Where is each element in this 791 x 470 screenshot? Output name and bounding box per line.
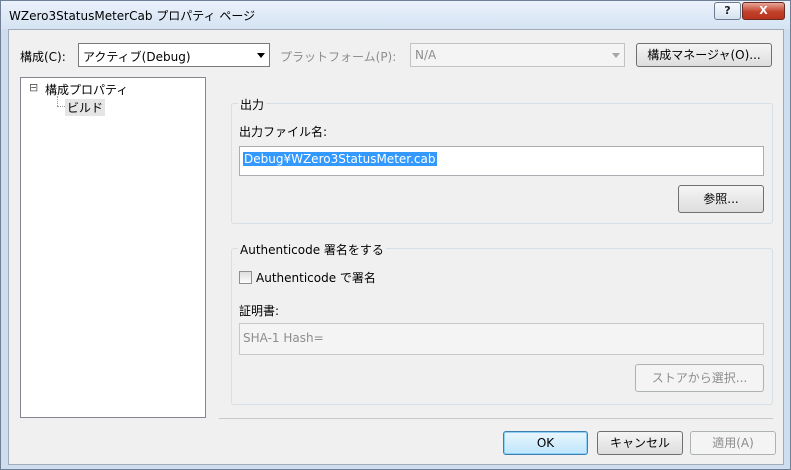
- dialog-window: WZero3StatusMeterCab プロパティ ページ ? X 構成(C)…: [0, 0, 791, 470]
- config-dropdown-value: アクティブ(Debug): [83, 50, 191, 64]
- config-dropdown[interactable]: アクティブ(Debug): [78, 43, 270, 67]
- output-group-title: 出力: [238, 96, 267, 113]
- authenticode-checkbox-label[interactable]: Authenticode で署名: [256, 269, 376, 286]
- ok-button[interactable]: OK: [503, 431, 588, 455]
- apply-button[interactable]: 適用(A): [690, 431, 776, 455]
- certificate-value: SHA-1 Hash=: [243, 331, 324, 345]
- collapse-icon[interactable]: ⊟: [29, 81, 38, 94]
- select-from-store-button[interactable]: ストアから選択...: [635, 364, 764, 392]
- tree-connector-line: [57, 96, 58, 106]
- dialog-client-area: 構成(C): アクティブ(Debug) プラットフォーム(P): N/A 構成マ…: [8, 29, 784, 465]
- authenticode-checkbox[interactable]: [239, 271, 252, 284]
- output-file-label: 出力ファイル名:: [239, 125, 328, 139]
- window-title: WZero3StatusMeterCab プロパティ ページ: [9, 9, 256, 23]
- platform-dropdown-value: N/A: [415, 48, 437, 62]
- output-group: 出力 出力ファイル名: Debug¥WZero3StatusMeter.cab …: [231, 96, 773, 224]
- tree-item-build[interactable]: ビルド: [65, 99, 106, 116]
- config-manager-button[interactable]: 構成マネージャ(O)...: [636, 43, 772, 67]
- close-button[interactable]: X: [742, 2, 785, 20]
- property-tree[interactable]: ⊟ 構成プロパティ ビルド: [20, 77, 206, 418]
- chevron-down-icon: [612, 53, 620, 58]
- output-file-value: Debug¥WZero3StatusMeter.cab: [243, 152, 437, 166]
- cancel-button[interactable]: キャンセル: [597, 431, 683, 455]
- title-bar[interactable]: WZero3StatusMeterCab プロパティ ページ ? X: [1, 1, 790, 29]
- platform-dropdown[interactable]: N/A: [410, 43, 625, 67]
- chevron-down-icon: [257, 53, 265, 58]
- browse-button[interactable]: 参照...: [678, 185, 764, 213]
- config-label: 構成(C):: [20, 50, 66, 64]
- tree-connector-line: [57, 106, 65, 107]
- certificate-input[interactable]: SHA-1 Hash=: [239, 323, 764, 355]
- output-file-input[interactable]: Debug¥WZero3StatusMeter.cab: [239, 146, 764, 176]
- certificate-label: 証明書:: [239, 304, 280, 318]
- help-button[interactable]: ?: [714, 2, 741, 20]
- platform-label: プラットフォーム(P):: [280, 50, 397, 64]
- signing-group: Authenticode 署名をする Authenticode で署名 証明書:…: [231, 241, 773, 405]
- signing-group-title: Authenticode 署名をする: [238, 241, 386, 258]
- footer-separator: [219, 418, 773, 419]
